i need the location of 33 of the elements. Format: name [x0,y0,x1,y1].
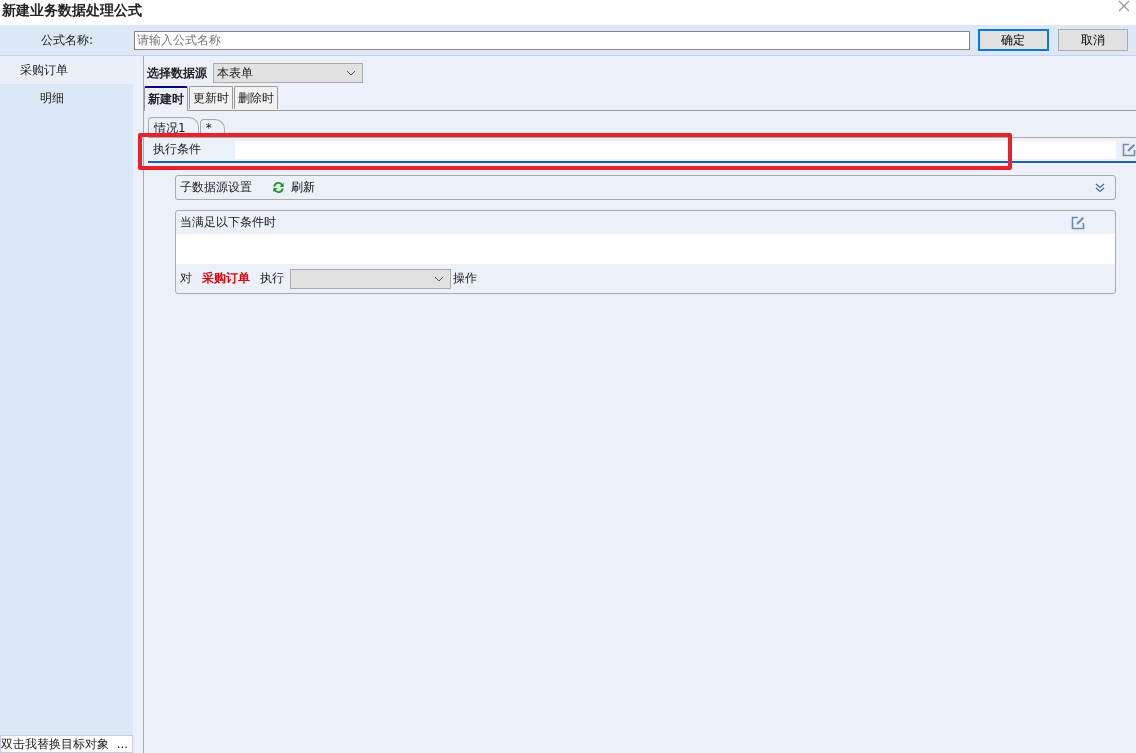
close-icon[interactable] [1118,0,1130,12]
target-object-text: 双击我替换目标对象 [1,736,109,752]
formula-name-field[interactable]: 请输入公式名称 [134,30,970,50]
rule-title: 当满足以下条件时 [180,214,276,231]
tab[interactable]: 新建时 [144,86,188,111]
browse-button[interactable]: ... [112,737,133,751]
rule-text: 对 [180,270,192,287]
condition-label: 执行条件 [153,141,202,158]
cancel-button[interactable]: 取消 [1057,29,1128,51]
expand-icon[interactable] [1095,182,1105,193]
window-title: 新建业务数据处理公式 [2,1,142,20]
formula-name-label: 公式名称: [40,31,95,49]
condition-field[interactable] [235,140,1116,159]
sidebar-item[interactable]: 明细 [0,84,134,112]
edit-icon[interactable] [1071,215,1085,230]
target-object-field[interactable]: 双击我替换目标对象 ... [0,735,134,753]
edit-icon[interactable] [1122,142,1136,157]
confirm-button[interactable]: 确定 [978,29,1049,51]
datasource-select[interactable]: 本表单 [213,63,363,83]
sub-datasource-label: 子数据源设置 [180,179,252,196]
refresh-icon [272,181,285,194]
target-name: 采购订单 [202,270,250,287]
rule-text: 操作 [453,270,477,287]
splitter[interactable] [133,56,144,753]
tab[interactable]: 更新时 [189,86,233,109]
dropdown-icon [346,70,356,76]
datasource-label: 选择数据源 [147,64,207,82]
tab[interactable]: 删除时 [234,86,278,109]
refresh-button[interactable]: 刷新 [272,179,315,196]
rule-text: 执行 [260,270,284,287]
dropdown-icon [434,275,444,282]
sidebar-item[interactable]: 采购订单 [0,56,134,84]
operation-select[interactable] [290,268,451,289]
